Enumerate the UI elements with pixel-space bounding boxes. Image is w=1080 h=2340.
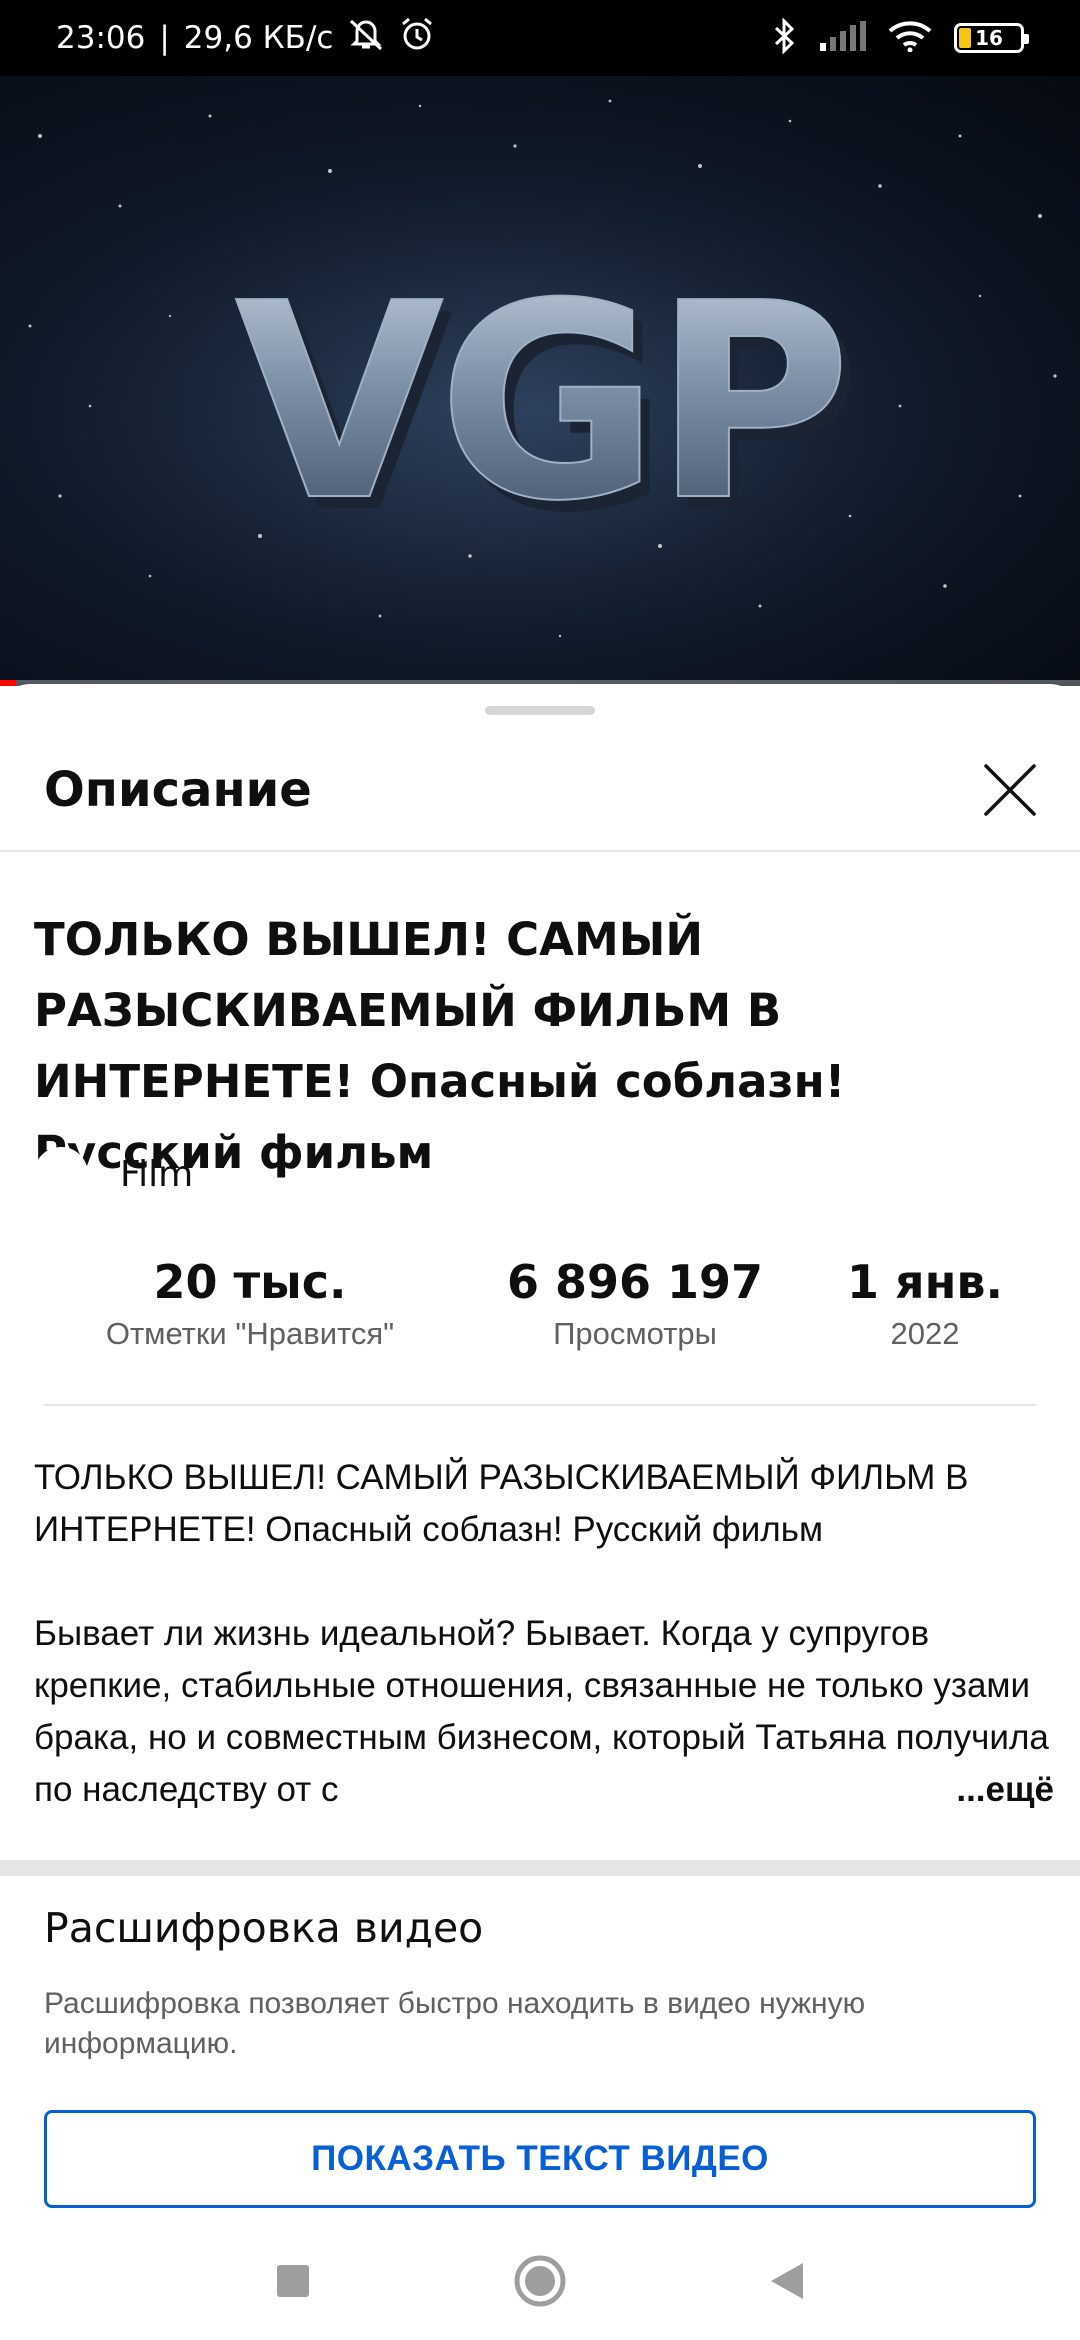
- battery-icon: 16: [954, 23, 1029, 53]
- transcript-description: Расшифровка позволяет быстро находить в …: [44, 1987, 866, 2060]
- battery-fill: [959, 28, 971, 48]
- channel-name[interactable]: Film: [120, 1154, 193, 1195]
- channel-row[interactable]: Film: [34, 1144, 193, 1204]
- status-left: 23:06 | 29,6 КБ/с: [56, 16, 435, 60]
- more-wrap: ...ещё: [866, 1764, 1054, 1816]
- alarm-icon: [399, 16, 435, 60]
- sheet-title: Описание: [44, 762, 312, 818]
- navigation-bar: [0, 2222, 1080, 2340]
- header-divider: [0, 850, 1080, 852]
- show-more-link[interactable]: ...ещё: [956, 1764, 1054, 1816]
- video-frame: VGP VGP: [0, 76, 1080, 686]
- battery-level: 16: [975, 26, 1003, 50]
- wifi-icon: [888, 20, 932, 57]
- stats-divider: [44, 1404, 1036, 1406]
- drag-handle[interactable]: [485, 706, 595, 715]
- signal-icon: [820, 20, 866, 56]
- likes-label: Отметки "Нравится": [105, 1316, 395, 1351]
- status-separator: |: [159, 20, 170, 56]
- close-icon: [984, 764, 1036, 816]
- section-divider: [0, 1860, 1080, 1876]
- views-stat: 6 896 197 Просмотры: [470, 1254, 800, 1358]
- network-speed: 29,6 КБ/с: [183, 20, 334, 56]
- description-paragraph-clamped: Бывает ли жизнь идеальной? Бывает. Когда…: [34, 1608, 1054, 1816]
- avatar[interactable]: [34, 1147, 88, 1201]
- show-transcript-button[interactable]: ПОКАЗАТЬ ТЕКСТ ВИДЕО: [44, 2110, 1036, 2208]
- description-sheet: Описание ТОЛЬКО ВЫШЕЛ! САМЫЙ РАЗЫСКИВАЕМ…: [0, 684, 1080, 2340]
- likes-stat: 20 тыс. Отметки "Нравится": [80, 1254, 420, 1358]
- video-stats: 20 тыс. Отметки "Нравится" 6 896 197 Про…: [0, 1254, 1080, 1364]
- sheet-header: Описание: [0, 730, 1080, 850]
- description-paragraph: ТОЛЬКО ВЫШЕЛ! САМЫЙ РАЗЫСКИВАЕМЫЙ ФИЛЬМ …: [34, 1458, 969, 1549]
- bluetooth-icon: [772, 16, 798, 59]
- date-stat: 1 янв. 2022: [820, 1254, 1030, 1358]
- publish-year: 2022: [890, 1316, 960, 1351]
- video-description[interactable]: ТОЛЬКО ВЫШЕЛ! САМЫЙ РАЗЫСКИВАЕМЫЙ ФИЛЬМ …: [34, 1452, 1054, 1816]
- video-player[interactable]: VGP VGP: [0, 76, 1080, 686]
- views-label: Просмотры: [553, 1316, 717, 1351]
- back-icon[interactable]: [757, 2251, 817, 2311]
- status-right: 16: [772, 16, 1029, 59]
- video-logo: VGP: [235, 245, 845, 560]
- views-count: 6 896 197: [506, 1255, 764, 1309]
- status-time: 23:06: [56, 20, 146, 56]
- video-progress-played: [0, 680, 17, 686]
- close-button[interactable]: [978, 758, 1042, 822]
- likes-count: 20 тыс.: [153, 1255, 347, 1309]
- transcript-title: Расшифровка видео: [44, 1904, 484, 1952]
- status-bar: 23:06 | 29,6 КБ/с 16: [0, 0, 1080, 76]
- mute-icon: [347, 17, 385, 59]
- publish-date: 1 янв.: [847, 1255, 1003, 1309]
- recents-icon[interactable]: [263, 2251, 323, 2311]
- home-icon[interactable]: [510, 2251, 570, 2311]
